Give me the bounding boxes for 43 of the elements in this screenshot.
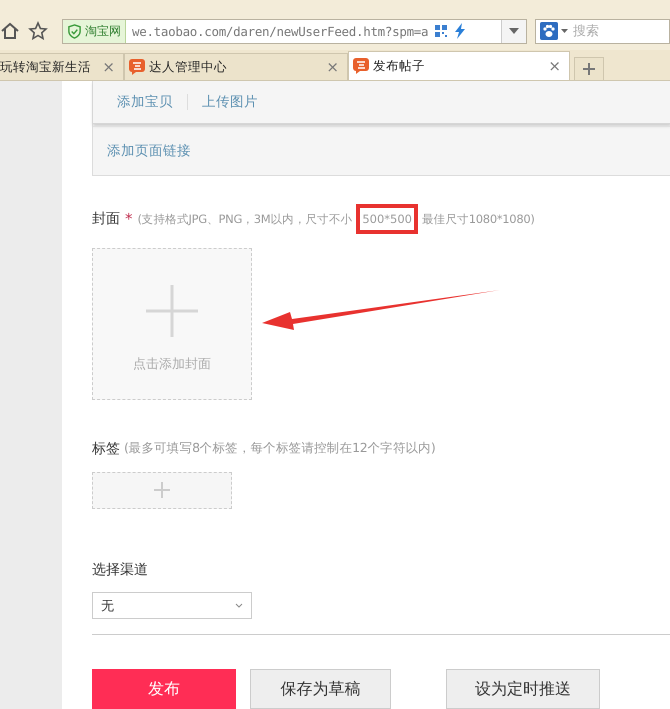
channel-select[interactable]: 无 — [92, 592, 252, 620]
paw-icon[interactable] — [540, 22, 558, 40]
shield-check-icon — [67, 24, 82, 38]
tags-label: 标签 — [92, 440, 120, 458]
new-tab-button[interactable] — [574, 57, 604, 80]
url-text: we.taobao.com/daren/newUserFeed.htm?spm=a — [132, 24, 428, 38]
cover-hint: (支持格式JPG、PNG，3M以内，尺寸不小 — [138, 212, 352, 226]
browser-tab[interactable]: 达人管理中心 × — [124, 53, 348, 80]
close-icon[interactable]: × — [102, 58, 115, 76]
star-icon[interactable] — [28, 21, 48, 41]
tab-label: 玩转淘宝新生活 — [0, 58, 91, 76]
site-label: 淘宝网 — [85, 22, 121, 40]
channel-label: 选择渠道 — [92, 561, 148, 580]
toolbar-link[interactable]: 上传图片 — [202, 93, 258, 111]
add-link-link[interactable]: 添加页面链接 — [107, 142, 191, 160]
search-box[interactable]: 搜索 — [535, 18, 670, 44]
upload-label: 点击添加封面 — [133, 356, 211, 373]
browser-tab[interactable]: 发布帖子 × — [348, 51, 570, 80]
close-icon[interactable]: × — [326, 58, 339, 76]
tab-label: 发布帖子 — [373, 58, 425, 74]
address-bar[interactable]: 淘宝网 we.taobao.com/daren/newUserFeed.htm?spm=a — [62, 18, 527, 44]
caret-icon — [509, 28, 519, 34]
dropdown-button[interactable] — [501, 20, 526, 42]
action-button[interactable]: 设为定时推送 — [446, 669, 600, 709]
plus-icon — [146, 284, 198, 337]
chevron-down-icon — [235, 603, 243, 608]
toolbar-link[interactable]: 添加宝贝 — [117, 93, 173, 111]
action-button[interactable]: 保存为草稿 — [250, 669, 391, 709]
plus-icon — [154, 482, 170, 498]
browser-tab[interactable]: 玩转淘宝新生活 × — [0, 53, 124, 80]
tags-hint: (最多可填写8个标签，每个标签请控制在12个字符以内) — [124, 440, 436, 457]
home-icon[interactable] — [0, 21, 20, 41]
tab-label: 达人管理中心 — [149, 58, 227, 76]
plus-icon — [583, 63, 595, 75]
action-button[interactable]: 发布 — [92, 669, 236, 709]
lightning-icon[interactable] — [454, 23, 466, 39]
close-icon[interactable]: × — [548, 57, 561, 75]
caret-icon — [561, 29, 568, 33]
highlight-frame: 500*500 — [356, 204, 418, 234]
required-mark: * — [125, 210, 132, 228]
qr-code-icon[interactable] — [434, 24, 448, 38]
cover-hint: 最佳尺寸1080*1080) — [422, 212, 535, 226]
cover-label: 封面 — [92, 210, 120, 228]
